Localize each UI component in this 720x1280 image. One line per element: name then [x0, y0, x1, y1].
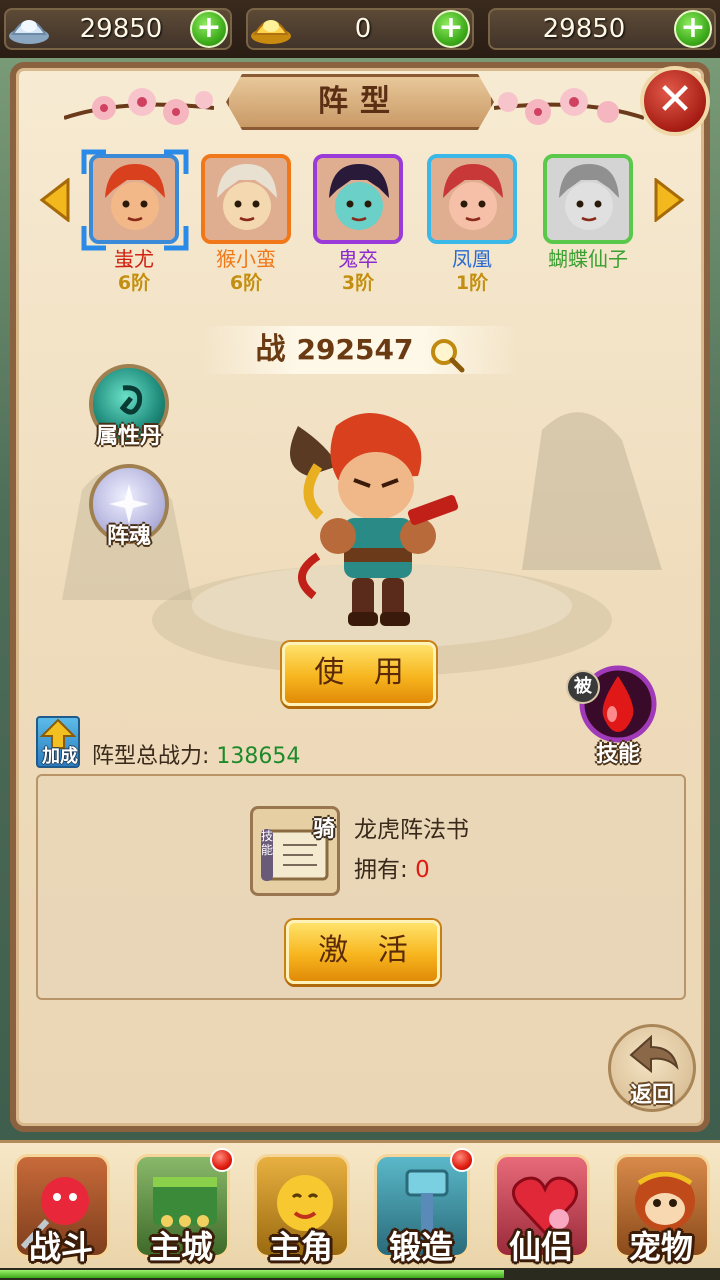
- panel-title: 阵型: [226, 74, 494, 130]
- add-silver-button[interactable]: +: [190, 10, 228, 48]
- formation-soul-button[interactable]: 阵魂: [84, 464, 174, 550]
- currency-bar: 29850 + 0 + 29850 +: [0, 0, 720, 58]
- hero-name: 蚩尤: [114, 247, 154, 271]
- third-currency-slot: 29850 +: [488, 8, 716, 50]
- silver-slot: 29850 +: [4, 8, 232, 50]
- hero-prev-arrow[interactable]: [38, 178, 72, 222]
- notification-dot: [450, 1148, 474, 1172]
- nav-label: 主城: [148, 1228, 213, 1266]
- experience-bar: [0, 1268, 720, 1280]
- item-name: 龙虎阵法书: [354, 817, 469, 843]
- formation-total-power-value: 138654: [216, 744, 301, 769]
- formation-total-power: 阵型总战力: 138654: [92, 738, 300, 770]
- hero-card[interactable]: 猴小蛮 6阶: [198, 154, 294, 294]
- item-owned-count: 0: [415, 857, 430, 883]
- formation-book-box: 技能 骑 龙虎阵法书 拥有: 0 激 活: [36, 774, 686, 1000]
- add-third-currency-button[interactable]: +: [674, 10, 712, 48]
- silver-ingot-icon: [4, 8, 54, 50]
- bonus-icon-label: 加成: [42, 746, 78, 767]
- nav-item[interactable]: 主角: [246, 1146, 356, 1272]
- hero-rank: 3阶: [341, 272, 375, 294]
- experience-fill: [0, 1270, 504, 1278]
- combat-power-label: 战: [255, 332, 286, 367]
- skill-label: 技能: [595, 742, 640, 767]
- back-button[interactable]: 返回: [608, 1024, 696, 1112]
- close-button[interactable]: ✕: [640, 66, 710, 136]
- nav-item[interactable]: 战斗: [6, 1146, 116, 1272]
- nav-label: 仙侣: [508, 1228, 573, 1266]
- gold-slot: 0 +: [246, 8, 474, 50]
- passive-badge: 被: [566, 670, 600, 704]
- activate-button[interactable]: 激 活: [286, 920, 440, 984]
- formation-total-power-label: 阵型总战力:: [92, 744, 210, 769]
- hero-name: 凤凰: [452, 247, 492, 271]
- hero-portrait-chiyou: [290, 413, 459, 626]
- hero-avatar: [543, 154, 633, 244]
- notification-dot: [210, 1148, 234, 1172]
- passive-skill-button[interactable]: 被 技能: [566, 664, 664, 767]
- hero-name: 蝴蝶仙子: [548, 247, 628, 271]
- formation-soul-label: 阵魂: [106, 524, 151, 549]
- nav-label: 主角: [268, 1228, 333, 1266]
- add-gold-button[interactable]: +: [432, 10, 470, 48]
- nav-item[interactable]: 宠物: [606, 1146, 716, 1272]
- hero-name: 猴小蛮: [216, 247, 276, 271]
- hero-rank: 6阶: [229, 272, 263, 294]
- back-arrow-icon: [629, 1034, 679, 1074]
- hero-avatar: [313, 154, 403, 244]
- hero-next-arrow[interactable]: [652, 178, 686, 222]
- hero-rank: 1阶: [455, 272, 489, 294]
- scroll-text: 技能: [261, 829, 274, 857]
- nav-label: 战斗: [28, 1228, 93, 1266]
- nav-label: 锻造: [388, 1228, 453, 1266]
- hero-card[interactable]: 蚩尤 6阶: [86, 154, 182, 294]
- nav-item[interactable]: 仙侣: [486, 1146, 596, 1272]
- hero-avatar: [89, 154, 179, 244]
- silver-value: 29850: [79, 14, 163, 44]
- close-icon: ✕: [656, 74, 694, 125]
- hero-name: 鬼卒: [338, 247, 378, 271]
- right-blossom-decoration: [494, 88, 644, 125]
- left-blossom-decoration: [64, 88, 214, 125]
- gold-value: 0: [354, 14, 372, 44]
- formation-book-icon[interactable]: 技能 骑: [250, 806, 340, 896]
- gold-ingot-icon: [246, 8, 296, 50]
- combat-power-value: 292547: [296, 333, 414, 366]
- hero-card[interactable]: 鬼卒 3阶: [310, 154, 406, 294]
- item-owned-label: 拥有:: [354, 857, 408, 883]
- attribute-pill-label: 属性丹: [95, 424, 162, 449]
- item-owned: 拥有: 0: [354, 850, 430, 884]
- back-label: 返回: [629, 1083, 674, 1108]
- hero-avatar: [427, 154, 517, 244]
- magnifier-icon[interactable]: [429, 337, 465, 373]
- hero-card[interactable]: 凤凰 1阶: [424, 154, 520, 294]
- attribute-pill-button[interactable]: 属性丹: [84, 364, 174, 450]
- use-button[interactable]: 使 用: [282, 642, 436, 706]
- combat-power-row: 战 292547: [200, 326, 520, 374]
- bonus-button[interactable]: 加成: [36, 716, 80, 768]
- hero-rank: 6阶: [117, 272, 151, 294]
- third-currency-value: 29850: [542, 14, 626, 44]
- hero-avatar: [201, 154, 291, 244]
- mount-badge: 骑: [312, 817, 335, 842]
- hero-card[interactable]: 蝴蝶仙子: [540, 154, 636, 294]
- nav-label: 宠物: [628, 1228, 693, 1266]
- formation-bonus-row: 加成 阵型总战力: 138654: [36, 716, 436, 770]
